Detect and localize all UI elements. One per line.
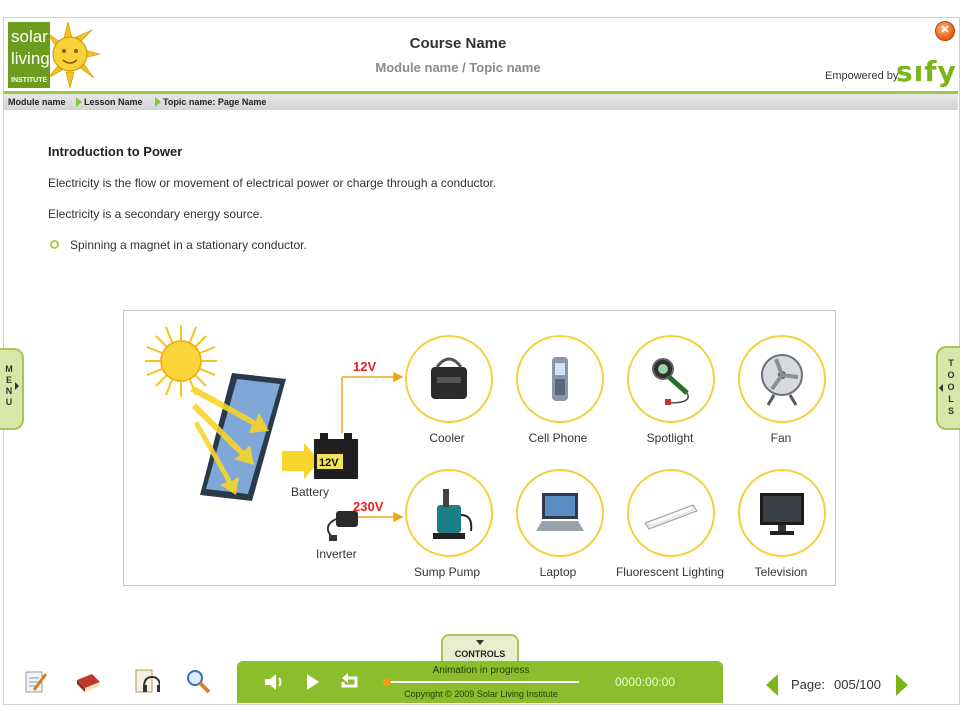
tools-tab-letter: S: [947, 406, 954, 416]
controls-tab[interactable]: CONTROLS: [441, 634, 519, 664]
menu-tab[interactable]: M E N U: [0, 348, 24, 430]
menu-tab-letter: N: [5, 386, 13, 396]
tools-tab[interactable]: T O O L S: [936, 346, 960, 430]
sump-pump-circle: [405, 469, 493, 557]
television-circle: [738, 469, 826, 557]
chevron-down-icon: [476, 640, 484, 645]
spotlight-circle: [627, 335, 715, 423]
timecode: 0000:00:00: [615, 675, 676, 689]
menu-tab-letter: E: [5, 375, 12, 385]
tools-tab-letter: L: [948, 394, 954, 404]
next-page-button[interactable]: [896, 674, 908, 696]
cell-phone-circle: [516, 335, 604, 423]
menu-tab-letter: U: [5, 397, 13, 407]
page-label: Page:: [791, 677, 825, 692]
battery-voltage-tag: 12V: [319, 457, 339, 469]
cooler-circle: [405, 335, 493, 423]
device-label-fan: Fan: [770, 431, 792, 445]
close-icon: ✕: [940, 24, 950, 36]
fluorescent-light-icon: [644, 504, 698, 530]
chevron-left-icon: [939, 384, 943, 392]
battery-icon: 12V: [314, 433, 358, 479]
fan-icon: [761, 354, 803, 406]
content-paragraph: Electricity is the flow or movement of e…: [48, 176, 497, 190]
tools-tab-letter: O: [947, 370, 955, 380]
voltage-230v-label: 230V: [353, 499, 384, 514]
media-player-bar: Animation in progress Copyright © 2009 S…: [237, 661, 723, 703]
progress-handle[interactable]: [382, 678, 391, 686]
logo-sun-icon: [45, 21, 101, 89]
empowered-by-label: Empowered by: [825, 70, 899, 82]
menu-tab-letter: M: [5, 364, 13, 374]
cooler-icon: [431, 357, 467, 399]
breadcrumb-topic-page: Topic name: Page Name: [163, 97, 267, 107]
content-paragraph: Electricity is a secondary energy source…: [48, 207, 263, 221]
laptop-icon: [536, 493, 584, 531]
logo-word-institute: INSTITUTE: [11, 77, 47, 84]
device-label-cell-phone: Cell Phone: [528, 431, 588, 445]
television-icon: [760, 493, 804, 535]
spotlight-icon: [652, 358, 689, 405]
page-number: 005/100: [834, 677, 881, 692]
sun-icon: [145, 325, 217, 397]
copyright-text: Copyright © 2009 Solar Living Institute: [404, 689, 558, 699]
solar-power-diagram: 12V 12V 230V Battery Inverter Cooler Cel…: [123, 310, 836, 586]
module-topic-subtitle: Module name / Topic name: [375, 60, 541, 75]
fan-circle: [738, 335, 826, 423]
breadcrumb-separator-icon: [76, 97, 82, 107]
replay-icon[interactable]: [339, 671, 361, 693]
device-label-television: Television: [754, 565, 808, 579]
course-title: Course Name: [409, 35, 507, 52]
audio-transcript-icon[interactable]: [132, 667, 160, 695]
device-label-laptop: Laptop: [539, 565, 577, 579]
bullet-ring-icon: [50, 240, 59, 249]
progress-track[interactable]: [383, 681, 579, 683]
breadcrumb-lesson[interactable]: Lesson Name: [84, 97, 143, 107]
search-icon[interactable]: [184, 667, 212, 695]
inverter-icon: [326, 511, 358, 541]
cell-phone-icon: [552, 357, 568, 401]
previous-page-button[interactable]: [766, 674, 778, 696]
laptop-circle: [516, 469, 604, 557]
glossary-book-icon[interactable]: [74, 668, 102, 696]
inverter-label: Inverter: [316, 547, 357, 561]
tools-tab-letter: T: [948, 358, 954, 368]
solar-living-institute-logo: solar living INSTITUTE: [8, 21, 101, 89]
tools-tab-letter: O: [947, 382, 955, 392]
breadcrumb: Module name Lesson Name Topic name: Page…: [4, 94, 958, 110]
play-icon[interactable]: [305, 672, 321, 692]
battery-label: Battery: [291, 485, 330, 499]
voltage-12v-label: 12V: [353, 359, 377, 374]
close-button[interactable]: ✕: [935, 21, 955, 41]
logo-word-living: living: [11, 49, 50, 68]
controls-label: CONTROLS: [454, 649, 506, 659]
chevron-right-icon: [15, 382, 19, 390]
solar-panel-icon: [200, 373, 286, 501]
animation-status: Animation in progress: [432, 665, 530, 676]
sify-logo: sıfy: [896, 55, 957, 88]
breadcrumb-separator-icon: [155, 97, 161, 107]
logo-word-solar: solar: [11, 27, 48, 46]
volume-icon[interactable]: [263, 671, 287, 693]
bullet-item: Spinning a magnet in a stationary conduc…: [70, 238, 307, 252]
page-title: Introduction to Power: [48, 144, 183, 159]
notes-icon[interactable]: [22, 668, 50, 696]
fluorescent-lighting-circle: [627, 469, 715, 557]
breadcrumb-module[interactable]: Module name: [8, 97, 66, 107]
sump-pump-icon: [433, 489, 473, 539]
